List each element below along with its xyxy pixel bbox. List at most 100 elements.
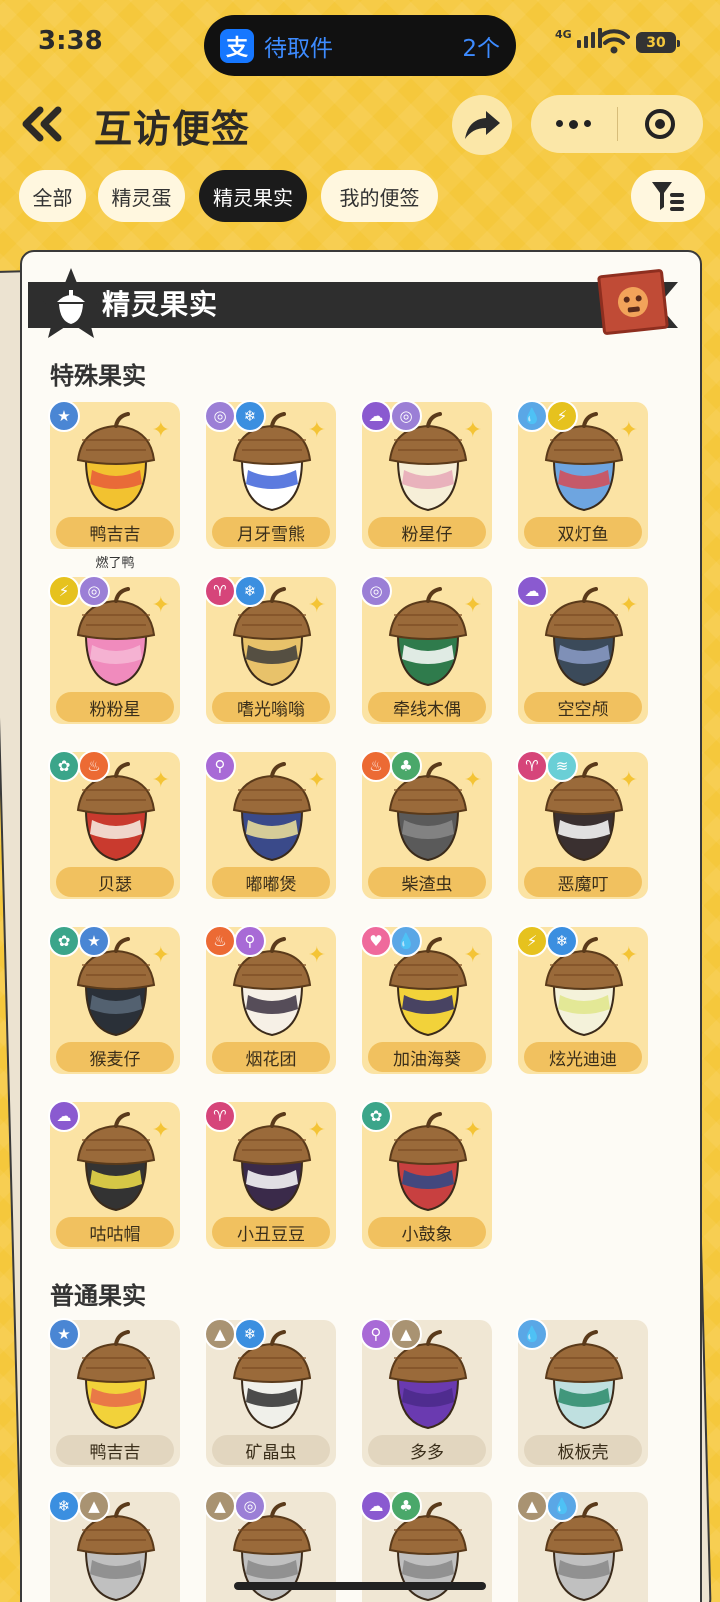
water-type-icon: 💧 [546,1490,578,1522]
water-type-icon: 💧 [516,400,548,432]
fruit-card[interactable]: ★ 鸭吉吉 [48,1318,180,1467]
fruit-card[interactable]: ✦ 💧 ⚡ 双灯鱼 [516,400,648,549]
fruit-owner-note: 燃了鸭 [95,556,135,571]
fruit-name: 双灯鱼 [524,517,642,547]
fruit-card[interactable]: ▲ 💧 [516,1490,648,1602]
ice-type-icon: ❄ [234,575,266,607]
close-button[interactable] [618,107,704,141]
fruit-name: 柴渣虫 [368,867,486,897]
demon-type-icon: ♈ [204,575,236,607]
fruit-name: 多多 [368,1435,486,1465]
network-type: 4G [555,28,572,41]
fruit-card[interactable]: ✦ ✿ ♨ 贝瑟 [48,750,180,899]
star-type-icon: ★ [48,400,80,432]
water-type-icon: 💧 [390,925,422,957]
fruit-card[interactable]: ✦ ⚡ ◎ 粉粉星 [48,575,180,724]
fruit-name: 炫光迪迪 [524,1042,642,1072]
dynamic-island[interactable]: 支 待取件 2个 [204,15,516,76]
flower-type-icon: ✿ [48,925,80,957]
search-type-icon: ⚲ [234,925,266,957]
leaf-type-icon: ♣ [390,1490,422,1522]
tab-all[interactable]: 全部 [19,170,86,222]
fruit-panel: 精灵果实 特殊果实 ✦ ★ 鸭吉吉 燃了鸭 ✦ ◎ ❄ 月牙雪熊 ✦ ☁ ◎ 粉星仔 ✦ 💧 ⚡ 双灯鱼 ✦ ⚡ ◎ 粉… [20,250,702,1602]
acorn-icon [72,410,160,514]
swirl-type-icon: ◎ [204,400,236,432]
fruit-card[interactable]: ✦ ✿ 小鼓象 [360,1100,492,1249]
fruit-name: 加油海葵 [368,1042,486,1072]
fruit-card[interactable]: ✦ ★ 鸭吉吉 燃了鸭 [48,400,180,571]
acorn-icon [540,1328,628,1432]
fruit-name: 粉粉星 [56,692,174,722]
fruit-card[interactable]: ✦ ◎ ❄ 月牙雪熊 [204,400,336,549]
stamp-icon [597,268,669,336]
home-indicator[interactable] [234,1582,486,1590]
fruit-card[interactable]: ⚲ ▲ 多多 [360,1318,492,1467]
share-icon [465,111,500,139]
fruit-name: 嗜光嗡嗡 [212,692,330,722]
swirl-type-icon: ◎ [390,400,422,432]
acorn-icon [72,1328,160,1432]
filter-button[interactable] [631,170,705,222]
fruit-name: 小丑豆豆 [212,1217,330,1247]
mountain-type-icon: ▲ [390,1318,422,1350]
mountain-type-icon: ▲ [516,1490,548,1522]
electric-type-icon: ⚡ [546,400,578,432]
back-icon[interactable] [18,102,68,146]
fruit-card[interactable]: ✦ ♨ ⚲ 烟花团 [204,925,336,1074]
fruit-card[interactable]: ✦ ✿ ★ 猴麦仔 [48,925,180,1074]
alipay-icon: 支 [220,28,254,63]
fruit-card[interactable]: ✦ ♈ 小丑豆豆 [204,1100,336,1249]
fruit-card[interactable]: ✦ ⚲ 嘟嘟煲 [204,750,336,899]
mountain-type-icon: ▲ [204,1490,236,1522]
tab-my-notes[interactable]: 我的便签 [321,170,438,222]
tab-elf-egg[interactable]: 精灵蛋 [98,170,185,222]
fruit-name: 牵线木偶 [368,692,486,722]
fire-type-icon: ♨ [204,925,236,957]
acorn-icon [384,585,472,689]
fruit-card[interactable]: ✦ ♥ 💧 加油海葵 [360,925,492,1074]
fruit-name: 矿晶虫 [212,1435,330,1465]
ice-type-icon: ❄ [48,1490,80,1522]
fruit-card[interactable]: ✦ ⚡ ❄ 炫光迪迪 [516,925,648,1074]
fruit-card[interactable]: ✦ ☁ 空空颅 [516,575,648,724]
leaf-type-icon: ♣ [390,750,422,782]
flower-type-icon: ✿ [360,1100,392,1132]
fire-type-icon: ♨ [360,750,392,782]
section-title: 普通果实 [50,1282,146,1310]
electric-type-icon: ⚡ [48,575,80,607]
share-button[interactable] [452,95,512,155]
fruit-card[interactable]: ❄ ▲ [48,1490,180,1602]
water-type-icon: 💧 [516,1318,548,1350]
ice-type-icon: ❄ [234,400,266,432]
status-bar: 3:38 支 待取件 2个 4G 30 [0,0,720,90]
heart-type-icon: ♥ [360,925,392,957]
search-type-icon: ⚲ [204,750,236,782]
ghost-type-icon: ☁ [48,1100,80,1132]
tab-elf-fruit[interactable]: 精灵果实 [199,170,307,222]
acorn-badge-icon [34,268,108,338]
fruit-card[interactable]: ✦ ♨ ♣ 柴渣虫 [360,750,492,899]
fruit-name: 恶魔叮 [524,867,642,897]
target-icon [645,109,676,139]
fruit-card[interactable]: ✦ ◎ 牵线木偶 [360,575,492,724]
acorn-icon [228,1110,316,1214]
miniprogram-capsule [531,95,703,153]
more-button[interactable] [531,119,617,129]
mountain-type-icon: ▲ [78,1490,110,1522]
fruit-card[interactable]: ✦ ♈ ❄ 嗜光嗡嗡 [204,575,336,724]
swirl-type-icon: ◎ [78,575,110,607]
fruit-card[interactable]: 💧 板板壳 [516,1318,648,1467]
fruit-name: 烟花团 [212,1042,330,1072]
page-title: 互访便签 [94,107,251,151]
wifi-icon [598,29,630,54]
acorn-icon [384,1110,472,1214]
fruit-name: 咕咕帽 [56,1217,174,1247]
fruit-name: 猴麦仔 [56,1042,174,1072]
mountain-type-icon: ▲ [204,1318,236,1350]
panel-title: 精灵果实 [102,288,219,321]
fruit-card[interactable]: ✦ ☁ 咕咕帽 [48,1100,180,1249]
fruit-card[interactable]: ✦ ☁ ◎ 粉星仔 [360,400,492,549]
fruit-card[interactable]: ✦ ♈ ≋ 恶魔叮 [516,750,648,899]
island-text: 待取件 [264,35,333,62]
fruit-card[interactable]: ▲ ❄ 矿晶虫 [204,1318,336,1467]
